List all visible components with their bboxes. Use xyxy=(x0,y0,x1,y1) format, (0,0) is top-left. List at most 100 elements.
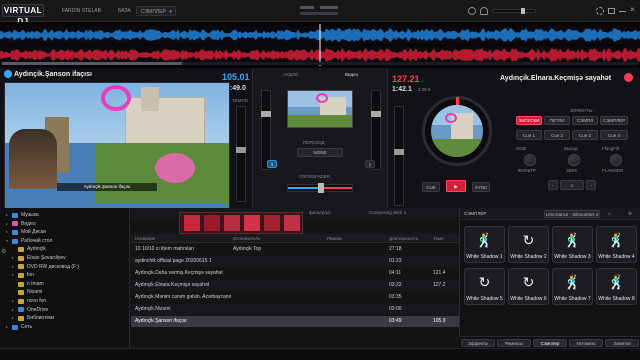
loop-double-button[interactable]: › xyxy=(586,180,596,190)
hotcue-3[interactable]: Cue 3 xyxy=(572,130,598,140)
tree-item[interactable]: ▸ Музыка xyxy=(6,211,128,220)
loop-half-button[interactable]: ‹ xyxy=(548,180,558,190)
hotcue-2[interactable]: Cue 2 xyxy=(544,130,570,140)
sampler-pad[interactable]: ↻ White Shadow 2 xyxy=(508,226,549,263)
effect-3[interactable]: FlangFilt xyxy=(602,146,619,151)
tab-loops[interactable]: ПЕТЛИ xyxy=(544,116,570,125)
search-input[interactable]: фильтр(ы) xyxy=(309,210,331,215)
table-row[interactable]: Aydınçik.Nizami 03:00 xyxy=(131,304,459,315)
tab-sampler[interactable]: СЭМПЛЕР xyxy=(600,116,628,125)
audio-tab[interactable]: АУДИО xyxy=(283,72,298,77)
tree-item[interactable]: ▸ Видео xyxy=(6,220,128,229)
fullscreen-icon[interactable] xyxy=(608,8,615,14)
table-row[interactable]: Aydınçik.Elnara.Keçmişə sayahət 03:22 127.… xyxy=(131,280,459,291)
tree-item[interactable]: n Imam xyxy=(6,280,128,289)
col-bpm[interactable]: Темп xyxy=(433,236,444,241)
tree-item[interactable]: ▸ Сеть xyxy=(6,323,128,332)
tree-item[interactable]: ▸ Мой Диски xyxy=(6,228,128,237)
tree-item[interactable]: Nizami xyxy=(6,288,128,297)
mode-select[interactable]: СЭМПЛЕР ▾ xyxy=(136,6,176,16)
close-icon[interactable]: × xyxy=(630,5,635,14)
sampler-pad[interactable]: 🕺 White Shadow 3 xyxy=(552,226,593,263)
tree-item[interactable]: ▸ Elxan Şovardiyev xyxy=(6,254,128,263)
effect-1[interactable]: Smth xyxy=(516,146,527,151)
deck-b-volume-fader[interactable] xyxy=(371,90,381,170)
sampler-pad[interactable]: 🕺 White Shadow 8 xyxy=(596,268,637,305)
deck-b-jogwheel[interactable] xyxy=(422,96,492,166)
footer-tab[interactable]: Эффекты xyxy=(461,339,495,347)
settings-icon[interactable] xyxy=(596,7,604,15)
col-title[interactable]: Название xyxy=(135,236,155,241)
crossfader-handle[interactable] xyxy=(318,183,324,193)
deck-b-pitch-slider[interactable] xyxy=(394,106,404,206)
pad-label: White Shadow 1 xyxy=(466,254,503,260)
col-length[interactable]: Длительность xyxy=(389,236,418,241)
sidebar-tools-icon[interactable]: ⚙ xyxy=(1,248,6,255)
deck-a-volume-fader[interactable] xyxy=(261,90,271,170)
record-icon[interactable] xyxy=(468,7,476,15)
table-row[interactable]: 10 10/10 cı ibem mahnıları Aydınçik Top 27… xyxy=(131,244,459,255)
tree-item[interactable]: ▾ Рабочий стол xyxy=(6,237,128,246)
cover-strip[interactable] xyxy=(179,212,303,234)
tree-item[interactable]: ▸ OneDrive xyxy=(6,306,128,315)
col-artist[interactable]: Исполнитель xyxy=(233,236,260,241)
cue-button[interactable]: CUE xyxy=(422,182,440,192)
footer-tab[interactable]: Ремиксы xyxy=(497,339,531,347)
play-button[interactable]: ▶ xyxy=(446,180,466,192)
cell-length: 03:22 xyxy=(389,282,402,288)
transition-select[interactable]: NONE xyxy=(297,148,343,157)
sampler-settings-icon[interactable]: ⚙ xyxy=(628,211,632,217)
sampler-pad[interactable]: 🕺 White Shadow 4 xyxy=(596,226,637,263)
tree-item[interactable]: ▸ fon xyxy=(6,271,128,280)
flanger-knob[interactable] xyxy=(610,154,622,166)
video-output-preview[interactable] xyxy=(287,90,353,128)
footer-tab[interactable]: Сэмплер xyxy=(533,339,567,347)
waveform-area[interactable] xyxy=(0,22,640,68)
tab-sample[interactable]: СЭМПЛ xyxy=(572,116,598,125)
video-tab[interactable]: Видео xyxy=(345,72,358,77)
slider-handle[interactable] xyxy=(394,149,404,155)
slider-handle[interactable] xyxy=(236,147,246,153)
tree-item[interactable]: ▸ DVD RW дисковод (F:) xyxy=(6,263,128,272)
table-row[interactable]: Aydınçik.Mənim canım gəlsin. Azərbaycanı… xyxy=(131,292,459,303)
tree-item[interactable]: ▸ Библиотеки xyxy=(6,314,128,323)
sampler-pad[interactable]: 🕺 White Shadow 7 xyxy=(552,268,593,305)
sound-knob[interactable] xyxy=(568,154,580,166)
deck-a-pitch-slider[interactable] xyxy=(236,106,246,202)
deck-a-video-select[interactable]: 1 xyxy=(267,160,277,168)
minimize-icon[interactable] xyxy=(619,11,626,12)
deck-a-video[interactable]: Aydınçik.Şanson ifaçısı xyxy=(4,82,230,210)
effect-2[interactable]: Выход xyxy=(564,146,577,151)
table-row[interactable]: aydinchik official page 20200615 1 01:23 xyxy=(131,256,459,267)
sync-button[interactable]: SYNC xyxy=(472,182,490,192)
app-logo: VIRTUAL DJ xyxy=(2,4,44,26)
slider-handle[interactable] xyxy=(261,111,271,117)
deck-b-elapsed: 3:26.8 xyxy=(418,87,431,92)
user-name[interactable]: FARDIN STELAB xyxy=(62,8,101,14)
col-remix[interactable]: Ремикс xyxy=(327,236,342,241)
master-volume-slider[interactable] xyxy=(492,8,536,14)
table-row[interactable]: Aydınçik.Daha varmiş.Keçmişə sayahət 04:1… xyxy=(131,268,459,279)
hotcue-4[interactable]: Cue 4 xyxy=(600,130,628,140)
layout-icon[interactable] xyxy=(320,6,338,9)
sampler-pad[interactable]: ↻ White Shadow 6 xyxy=(508,268,549,305)
footer-tab[interactable]: Автомикс xyxy=(569,339,603,347)
footer-tab[interactable]: Заметки xyxy=(605,339,639,347)
slider-handle[interactable] xyxy=(371,111,381,117)
layout-icon[interactable] xyxy=(300,6,314,9)
filter-knob[interactable] xyxy=(524,154,536,166)
sampler-bank-select[interactable]: Lets Dance - Silhouettes 2 xyxy=(544,210,600,218)
headphones-icon[interactable] xyxy=(480,7,488,15)
slider-handle[interactable] xyxy=(521,8,525,14)
table-row[interactable]: Aydınçik.Şanson ifaçısı 03:49 105.0 xyxy=(131,316,459,327)
loop-size[interactable]: 1 xyxy=(560,180,584,190)
video-crossfader[interactable] xyxy=(287,183,353,193)
sampler-pad[interactable]: ↻ White Shadow 5 xyxy=(464,268,505,305)
deck-b-video-select[interactable]: 2 xyxy=(365,160,375,168)
tab-hotcues[interactable]: ЗАПУСКИ xyxy=(516,116,542,125)
hotcue-1[interactable]: Cue 1 xyxy=(516,130,542,140)
tree-item[interactable]: ▸ novo fon xyxy=(6,297,128,306)
sampler-menu-icon[interactable]: ≡ xyxy=(608,211,611,216)
tree-item[interactable]: Aydınçik xyxy=(6,245,128,254)
sampler-pad[interactable]: 🕺 White Shadow 1 xyxy=(464,226,505,263)
